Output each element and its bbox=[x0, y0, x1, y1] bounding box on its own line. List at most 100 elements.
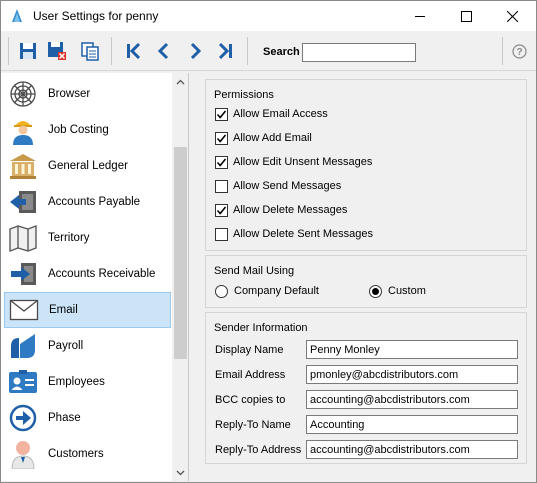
help-icon[interactable]: ? bbox=[512, 44, 527, 59]
checkbox-label: Allow Delete Messages bbox=[233, 204, 348, 216]
display-name-field[interactable] bbox=[306, 340, 518, 359]
last-record-button[interactable] bbox=[214, 40, 236, 62]
custom-radio[interactable]: Custom bbox=[369, 283, 426, 299]
module-item-phase[interactable]: Phase bbox=[4, 400, 171, 436]
module-item-email[interactable]: Email bbox=[4, 292, 171, 328]
module-item-job-costing[interactable]: Job Costing bbox=[4, 112, 171, 148]
customer-icon bbox=[6, 438, 40, 470]
bcc-copies-field[interactable] bbox=[306, 390, 518, 409]
toolbar-separator bbox=[111, 37, 112, 65]
app-logo-icon bbox=[12, 9, 22, 22]
email-address-label: Email Address bbox=[215, 369, 286, 381]
permissions-group: Permissions Allow Email Access Allow Add… bbox=[205, 79, 527, 251]
map-icon bbox=[6, 222, 40, 254]
checkbox-label: Allow Add Email bbox=[233, 132, 312, 144]
scroll-up-button[interactable] bbox=[172, 73, 188, 90]
close-icon bbox=[506, 10, 518, 22]
display-name-label: Display Name bbox=[215, 344, 284, 356]
allow-add-email-checkbox[interactable]: Allow Add Email bbox=[215, 130, 312, 146]
module-label: Payroll bbox=[48, 340, 84, 352]
toolbar-separator bbox=[247, 37, 248, 65]
radio-circle[interactable] bbox=[215, 284, 228, 298]
chevron-up-icon bbox=[176, 79, 185, 84]
close-button[interactable] bbox=[489, 1, 535, 31]
checkbox-box[interactable] bbox=[215, 227, 228, 241]
module-label: Job Costing bbox=[48, 124, 109, 136]
module-item-customers[interactable]: Customers bbox=[4, 436, 171, 472]
arrow-circle-icon bbox=[6, 402, 40, 434]
checkbox-box[interactable] bbox=[215, 203, 228, 217]
scrollbar-thumb[interactable] bbox=[174, 147, 187, 359]
module-item-browser[interactable]: Browser bbox=[4, 76, 171, 112]
allow-edit-unsent-messages-checkbox[interactable]: Allow Edit Unsent Messages bbox=[215, 154, 372, 170]
checkbox-box[interactable] bbox=[215, 155, 228, 169]
check-icon bbox=[216, 157, 227, 167]
save-close-icon bbox=[48, 42, 66, 60]
module-item-accounts-receivable[interactable]: Accounts Receivable bbox=[4, 256, 171, 292]
email-address-field[interactable] bbox=[306, 365, 518, 384]
module-label: Accounts Payable bbox=[48, 196, 141, 208]
toolbar-grip bbox=[8, 37, 9, 65]
checkbox-label: Allow Email Access bbox=[233, 108, 328, 120]
checkbox-label: Allow Delete Sent Messages bbox=[233, 228, 374, 240]
allow-delete-messages-checkbox[interactable]: Allow Delete Messages bbox=[215, 202, 347, 218]
module-item-payroll[interactable]: Payroll bbox=[4, 328, 171, 364]
chevron-down-icon bbox=[176, 470, 185, 475]
envelope-icon bbox=[7, 294, 41, 326]
checkbox-box[interactable] bbox=[215, 107, 228, 121]
module-item-territory[interactable]: Territory bbox=[4, 220, 171, 256]
module-list[interactable]: Browser Job Costing General Ledger Accou… bbox=[1, 73, 189, 481]
maximize-icon bbox=[460, 10, 472, 22]
send-mail-group: Send Mail Using Company Default Custom bbox=[205, 255, 527, 308]
svg-text:?: ? bbox=[516, 47, 522, 58]
radio-label: Custom bbox=[388, 285, 426, 297]
bank-icon bbox=[6, 150, 40, 182]
save-icon bbox=[20, 43, 36, 59]
permissions-title: Permissions bbox=[214, 89, 274, 101]
reply-to-name-label: Reply-To Name bbox=[215, 419, 291, 431]
next-record-button[interactable] bbox=[184, 40, 206, 62]
save-button[interactable] bbox=[17, 40, 39, 62]
check-icon bbox=[216, 133, 227, 143]
module-label: Territory bbox=[48, 232, 90, 244]
scroll-down-button[interactable] bbox=[172, 464, 188, 481]
sender-information-title: Sender Information bbox=[214, 322, 308, 334]
company-default-radio[interactable]: Company Default bbox=[215, 283, 319, 299]
checkbox-box[interactable] bbox=[215, 179, 228, 193]
minimize-button[interactable] bbox=[397, 1, 443, 31]
allow-delete-sent-messages-checkbox[interactable]: Allow Delete Sent Messages bbox=[215, 226, 373, 242]
checkbox-label: Allow Send Messages bbox=[233, 180, 342, 192]
checkbox-box[interactable] bbox=[215, 131, 228, 145]
module-item-general-ledger[interactable]: General Ledger bbox=[4, 148, 171, 184]
allow-send-messages-checkbox[interactable]: Allow Send Messages bbox=[215, 178, 341, 194]
radio-circle[interactable] bbox=[369, 284, 382, 298]
previous-record-button[interactable] bbox=[153, 40, 175, 62]
worker-icon bbox=[6, 114, 40, 146]
save-close-button[interactable] bbox=[46, 40, 68, 62]
copy-icon bbox=[81, 42, 99, 61]
reply-to-name-field[interactable] bbox=[306, 415, 518, 434]
module-list-scrollbar[interactable] bbox=[172, 73, 188, 481]
chevron-left-icon bbox=[157, 42, 169, 60]
radio-selected-dot bbox=[372, 287, 379, 295]
last-record-icon bbox=[218, 42, 232, 60]
allow-email-access-checkbox[interactable]: Allow Email Access bbox=[215, 106, 328, 122]
module-label: Employees bbox=[48, 376, 105, 388]
chevron-right-icon bbox=[190, 42, 202, 60]
send-mail-title: Send Mail Using bbox=[214, 265, 295, 277]
maximize-button[interactable] bbox=[443, 1, 489, 31]
module-item-accounts-payable[interactable]: Accounts Payable bbox=[4, 184, 171, 220]
receivable-icon bbox=[6, 258, 40, 290]
window-title: User Settings for penny bbox=[33, 9, 159, 23]
reply-to-address-label: Reply-To Address bbox=[215, 444, 302, 456]
copy-button[interactable] bbox=[79, 40, 101, 62]
module-label: Accounts Receivable bbox=[48, 268, 156, 280]
payroll-icon bbox=[6, 330, 40, 362]
toolbar-separator bbox=[502, 37, 503, 65]
first-record-icon bbox=[127, 42, 141, 60]
first-record-button[interactable] bbox=[123, 40, 145, 62]
reply-to-address-field[interactable] bbox=[306, 440, 518, 459]
module-item-employees[interactable]: Employees bbox=[4, 364, 171, 400]
search-input[interactable] bbox=[302, 43, 416, 62]
bcc-copies-label: BCC copies to bbox=[215, 394, 286, 406]
